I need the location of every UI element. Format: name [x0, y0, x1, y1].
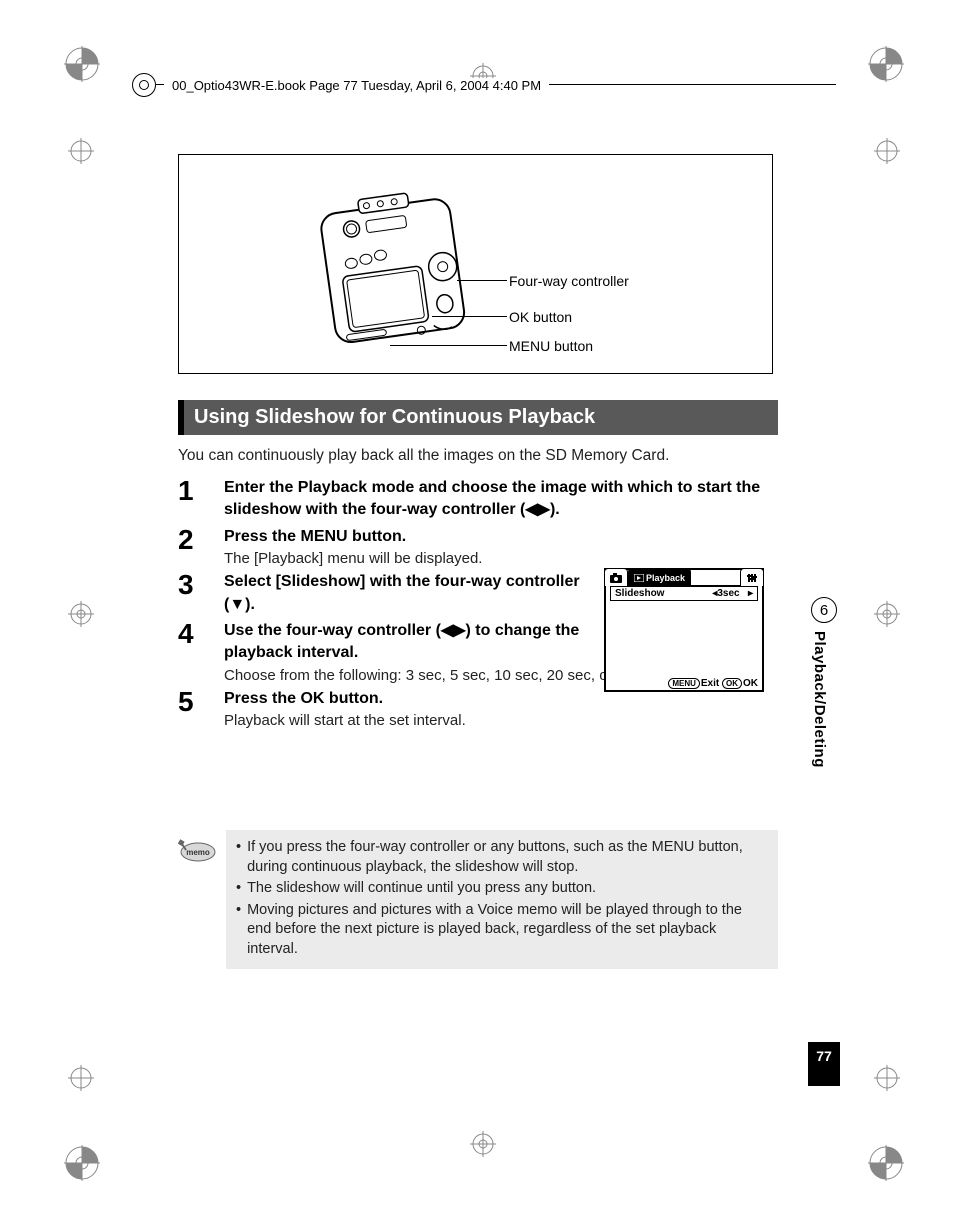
step-5: 5 Press the OK button. Playback will sta… — [178, 688, 778, 729]
running-head: 00_Optio43WR-E.book Page 77 Tuesday, Apr… — [132, 73, 832, 97]
lcd-tab-label: Playback — [646, 573, 685, 583]
step-title: Press the MENU button. — [224, 526, 584, 548]
ring-icon — [132, 73, 156, 97]
memo-icon: memo — [178, 834, 218, 869]
section-heading: Using Slideshow for Continuous Playback — [178, 400, 778, 435]
reg-mark-bl — [64, 1145, 100, 1181]
step-number: 5 — [178, 688, 224, 716]
chapter-label: Playback/Deleting — [811, 631, 828, 768]
play-icon — [634, 574, 644, 582]
lcd-tab-playback: Playback — [628, 568, 691, 586]
callout-menu: MENU button — [509, 338, 593, 354]
menu-item-value: 3sec — [717, 588, 739, 599]
reg-mark-tl — [64, 46, 100, 82]
lcd-ok-label: OK — [743, 678, 758, 689]
chapter-number: 6 — [811, 597, 837, 623]
camera-illustration — [297, 165, 497, 365]
memo-item: The slideshow will continue until you pr… — [236, 879, 768, 899]
camera-icon — [610, 573, 622, 583]
step-title: Enter the Playback mode and choose the i… — [224, 477, 778, 522]
page: 00_Optio43WR-E.book Page 77 Tuesday, Apr… — [0, 0, 954, 1221]
step-number: 2 — [178, 526, 224, 554]
cross-mid-l — [68, 601, 94, 627]
menu-pill: MENU — [668, 678, 700, 689]
step-number: 4 — [178, 620, 224, 648]
camera-diagram: Four-way controller OK button MENU butto… — [178, 154, 773, 374]
cross-bl2 — [68, 1065, 94, 1091]
leader-line — [390, 345, 507, 346]
section-intro: You can continuously play back all the i… — [178, 447, 778, 465]
lcd-tab-camera — [604, 568, 628, 586]
leader-line — [457, 280, 507, 281]
svg-text:memo: memo — [186, 848, 210, 857]
setup-icon — [746, 573, 758, 583]
callout-four-way: Four-way controller — [509, 273, 629, 289]
callout-ok: OK button — [509, 309, 572, 325]
menu-item-label: Slideshow — [615, 588, 664, 599]
cross-tr2 — [874, 138, 900, 164]
step-2: 2 Press the MENU button. The [Playback] … — [178, 526, 778, 567]
memo-block: memo If you press the four-way controlle… — [178, 830, 778, 969]
cross-br2 — [874, 1065, 900, 1091]
step-desc: The [Playback] menu will be displayed. — [224, 550, 584, 567]
lcd-tab-setup — [740, 568, 764, 586]
running-head-text: 00_Optio43WR-E.book Page 77 Tuesday, Apr… — [164, 78, 549, 93]
step-title: Select [Slideshow] with the four-way con… — [224, 571, 584, 616]
side-tab: 6 Playback/Deleting — [811, 597, 837, 768]
step-title: Use the four-way controller (◀▶) to chan… — [224, 620, 624, 665]
step-1: 1 Enter the Playback mode and choose the… — [178, 477, 778, 522]
step-number: 1 — [178, 477, 224, 505]
lcd-menu-row: Slideshow ◂3sec ▸ — [610, 586, 758, 601]
step-number: 3 — [178, 571, 224, 599]
cross-tl2 — [68, 138, 94, 164]
lcd-footer: MENUExit OKOK — [668, 678, 758, 689]
cross-bot — [470, 1131, 496, 1157]
page-number: 77 — [808, 1042, 840, 1086]
memo-item: Moving pictures and pictures with a Voic… — [236, 901, 768, 960]
ok-pill: OK — [722, 678, 742, 689]
reg-mark-tr — [868, 46, 904, 82]
reg-mark-br — [868, 1145, 904, 1181]
step-desc: Playback will start at the set interval. — [224, 712, 778, 729]
cross-mid-r — [874, 601, 900, 627]
lcd-screen: Playback Slideshow ◂3sec ▸ MENUExit OKOK — [604, 568, 764, 692]
lcd-exit-label: Exit — [701, 678, 719, 689]
memo-item: If you press the four-way controller or … — [236, 838, 768, 877]
leader-line — [432, 316, 507, 317]
